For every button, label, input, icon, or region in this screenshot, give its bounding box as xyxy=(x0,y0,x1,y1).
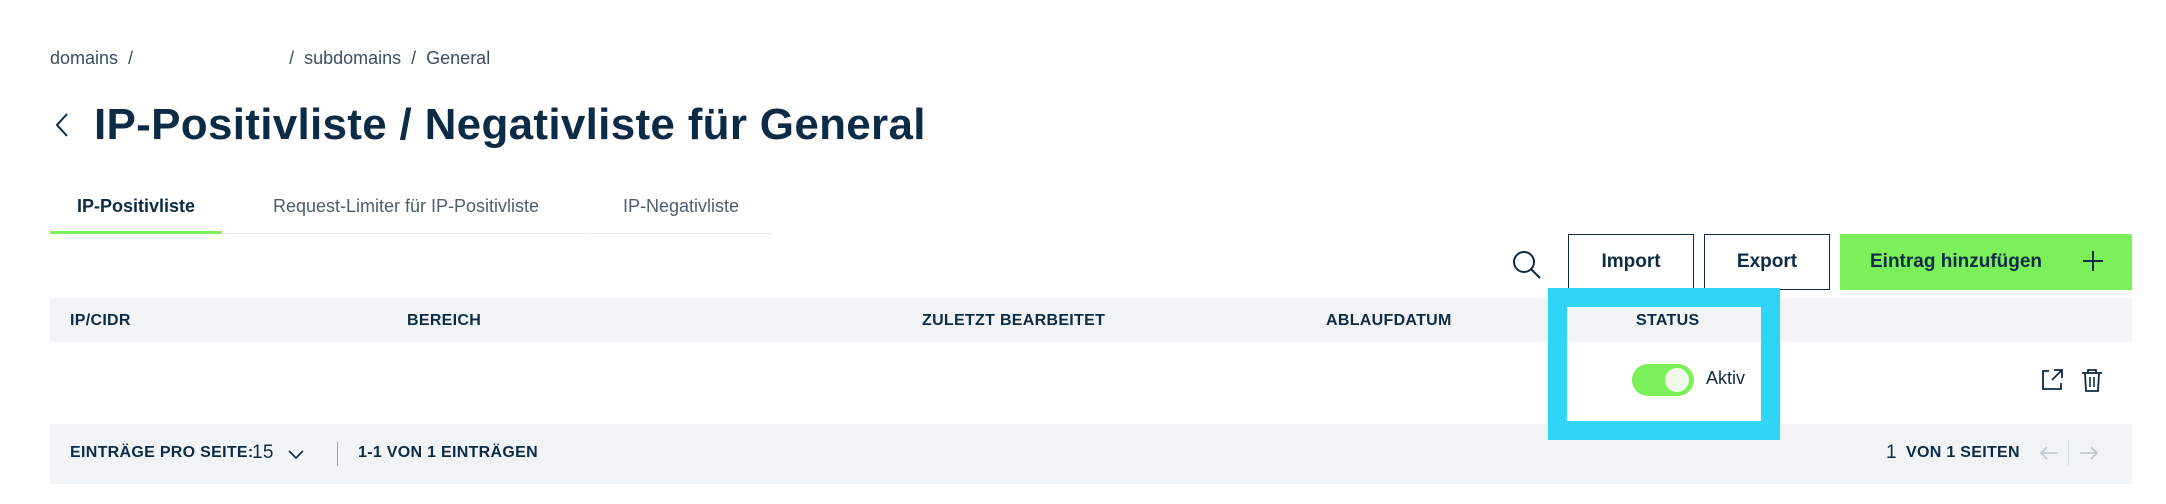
add-entry-button[interactable]: Eintrag hinzufügen xyxy=(1840,234,2132,290)
footer-divider xyxy=(337,442,338,466)
breadcrumb-domains[interactable]: domains xyxy=(50,48,118,69)
breadcrumb-subdomains[interactable]: subdomains xyxy=(304,48,401,69)
status-toggle[interactable] xyxy=(1632,364,1694,396)
add-entry-label: Eintrag hinzufügen xyxy=(1870,251,2043,272)
external-link-icon[interactable] xyxy=(2038,366,2066,394)
arrow-right-icon[interactable] xyxy=(2078,444,2100,462)
page-count: VON 1 SEITEN xyxy=(1906,444,2020,461)
plus-icon xyxy=(2083,251,2103,271)
table-footer: EINTRÄGE PRO SEITE: 15 1-1 VON 1 EINTRÄG… xyxy=(50,424,2132,484)
column-header-status[interactable]: STATUS xyxy=(1636,312,1699,330)
import-button[interactable]: Import xyxy=(1568,234,1694,290)
chevron-down-icon[interactable] xyxy=(286,446,306,462)
search-button[interactable] xyxy=(1510,248,1544,282)
trash-icon[interactable] xyxy=(2078,366,2106,394)
search-icon xyxy=(1513,251,1541,279)
entries-per-page-value[interactable]: 15 xyxy=(252,442,274,464)
tab-request-limiter[interactable]: Request-Limiter für IP-Positivliste xyxy=(224,192,588,234)
table-header: IP/CIDR BEREICH ZULETZT BEARBEITET ABLAU… xyxy=(50,298,2132,342)
breadcrumb-separator: / xyxy=(128,48,134,68)
export-button[interactable]: Export xyxy=(1704,234,1830,290)
arrow-left-icon[interactable] xyxy=(2038,444,2060,462)
page-number[interactable]: 1 xyxy=(1886,442,1897,464)
pagination-divider xyxy=(2068,440,2069,466)
breadcrumb-separator: / xyxy=(411,48,417,68)
column-header-ablaufdatum[interactable]: ABLAUFDATUM xyxy=(1326,312,1452,330)
table-row: Aktiv xyxy=(50,342,2132,422)
entries-per-page-label: EINTRÄGE PRO SEITE: xyxy=(70,444,254,461)
tab-bar: IP-Positivliste Request-Limiter für IP-P… xyxy=(50,192,772,234)
status-label: Aktiv xyxy=(1706,368,1746,388)
back-button[interactable] xyxy=(50,105,74,145)
breadcrumb-general: General xyxy=(426,48,491,68)
chevron-left-icon xyxy=(55,113,68,137)
entries-range: 1-1 VON 1 EINTRÄGEN xyxy=(358,444,538,461)
column-header-ip-cidr[interactable]: IP/CIDR xyxy=(70,312,131,330)
breadcrumb: domains / / subdomains / General xyxy=(50,48,490,69)
toggle-knob xyxy=(1665,368,1689,392)
column-header-zuletzt-bearbeitet[interactable]: ZULETZT BEARBEITET xyxy=(922,312,1105,330)
column-header-bereich[interactable]: BEREICH xyxy=(407,312,481,330)
breadcrumb-separator: / xyxy=(289,48,295,68)
tab-ip-negativliste[interactable]: IP-Negativliste xyxy=(590,192,772,234)
page-title: IP-Positivliste / Negativliste für Gener… xyxy=(94,100,926,149)
tab-ip-positivliste[interactable]: IP-Positivliste xyxy=(50,192,222,234)
page: domains / / subdomains / General IP-Posi… xyxy=(0,0,2166,504)
title-row: IP-Positivliste / Negativliste für Gener… xyxy=(50,100,926,150)
